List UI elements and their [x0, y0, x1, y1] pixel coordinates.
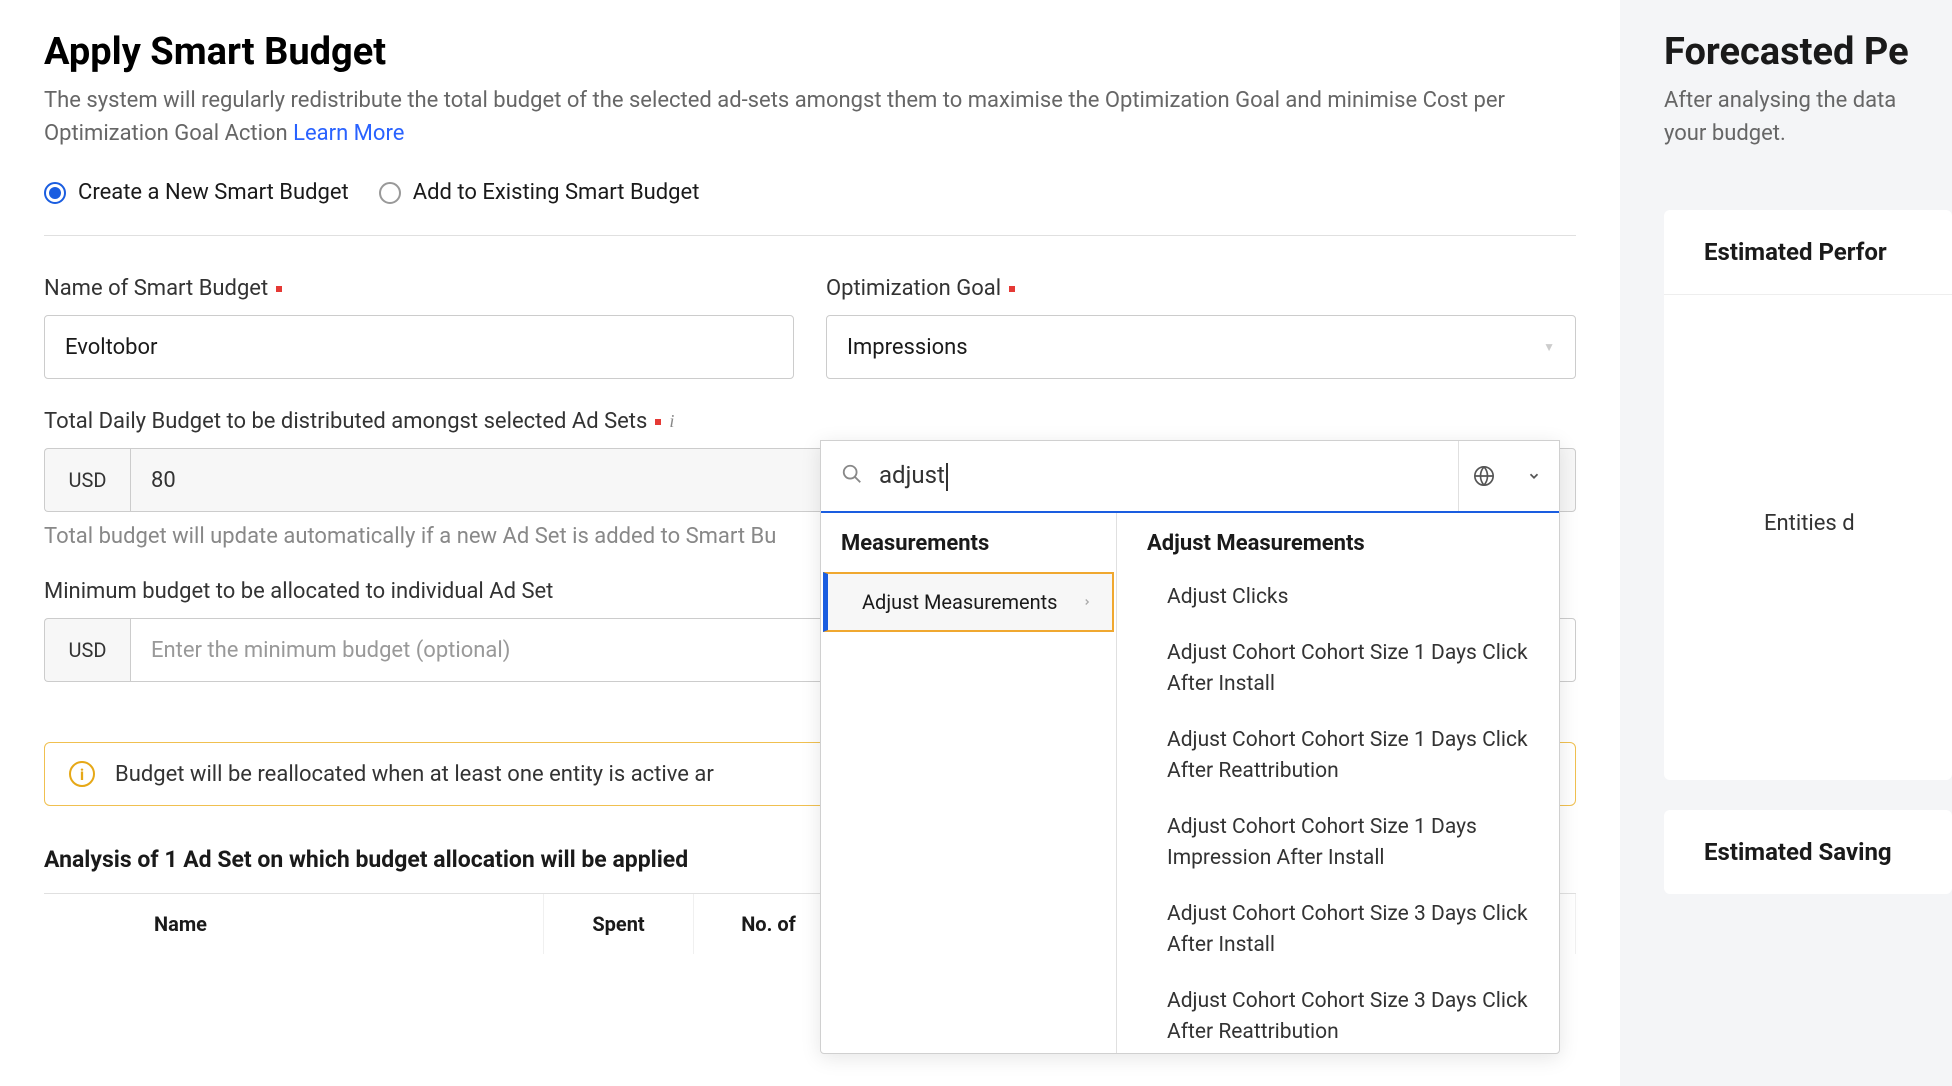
name-group: Name of Smart Budget Evoltobor — [44, 276, 794, 379]
side-panel: Forecasted Pe After analysing the data y… — [1620, 0, 1952, 1086]
name-label: Name of Smart Budget — [44, 276, 794, 301]
search-icon — [841, 463, 863, 489]
required-indicator — [276, 286, 282, 292]
th-name: Name — [44, 894, 544, 954]
radio-add-label: Add to Existing Smart Budget — [413, 180, 700, 205]
radio-icon-unselected — [379, 182, 401, 204]
dropdown-body: Measurements Adjust Measurements Adjust … — [821, 513, 1559, 1053]
option-cohort-1d-click-reattribution[interactable]: Adjust Cohort Cohort Size 1 Days Click A… — [1117, 713, 1559, 800]
option-cohort-3d-click-install[interactable]: Adjust Cohort Cohort Size 3 Days Click A… — [1117, 887, 1559, 974]
main-panel: Apply Smart Budget The system will regul… — [0, 0, 1620, 1086]
currency-prefix-2: USD — [44, 618, 130, 682]
radio-add-existing[interactable]: Add to Existing Smart Budget — [379, 180, 700, 205]
card-performance-title: Estimated Perfor — [1704, 238, 1952, 266]
form-row-1: Name of Smart Budget Evoltobor Optimizat… — [44, 276, 1576, 379]
page-title: Apply Smart Budget — [44, 30, 1576, 74]
mode-radio-group: Create a New Smart Budget Add to Existin… — [44, 180, 1576, 236]
goal-dropdown: adjust Measurements Adjust Measurements — [820, 440, 1560, 1054]
sub-header: Adjust Measurements — [1117, 513, 1559, 570]
radio-icon-selected — [44, 182, 66, 204]
option-cohort-1d-click-install[interactable]: Adjust Cohort Cohort Size 1 Days Click A… — [1117, 626, 1559, 713]
estimated-savings-card: Estimated Saving — [1664, 810, 1952, 894]
warning-icon: i — [69, 761, 95, 787]
goal-select[interactable]: Impressions ▼ — [826, 315, 1576, 379]
card-performance-body: Entities d — [1704, 295, 1952, 752]
total-budget-label: Total Daily Budget to be distributed amo… — [44, 409, 1576, 434]
dropdown-toolbar — [1458, 441, 1559, 511]
forecast-subtitle: After analysing the data your budget. — [1664, 84, 1952, 150]
forecast-title: Forecasted Pe — [1664, 30, 1952, 74]
estimated-performance-card: Estimated Perfor Entities d — [1664, 210, 1952, 780]
category-label: Adjust Measurements — [862, 590, 1058, 614]
search-value: adjust — [879, 461, 948, 491]
required-indicator — [1009, 286, 1015, 292]
name-value: Evoltobor — [65, 335, 158, 360]
dropdown-options: Adjust Measurements Adjust Clicks Adjust… — [1117, 513, 1559, 1053]
dropdown-search[interactable]: adjust — [821, 441, 1458, 511]
option-cohort-3d-click-reattribution[interactable]: Adjust Cohort Cohort Size 3 Days Click A… — [1117, 974, 1559, 1054]
dropdown-categories: Measurements Adjust Measurements — [821, 513, 1117, 1053]
expand-button[interactable] — [1509, 441, 1559, 511]
alert-text: Budget will be reallocated when at least… — [115, 762, 714, 787]
chevron-right-icon — [1082, 590, 1092, 614]
goal-group: Optimization Goal Impressions ▼ — [826, 276, 1576, 379]
th-spent: Spent — [544, 894, 694, 954]
info-icon[interactable]: i — [669, 411, 674, 432]
name-input[interactable]: Evoltobor — [44, 315, 794, 379]
learn-more-link[interactable]: Learn More — [293, 121, 404, 146]
dropdown-search-row: adjust — [821, 441, 1559, 513]
page-subtitle: The system will regularly redistribute t… — [44, 84, 1576, 150]
option-cohort-1d-impression-install[interactable]: Adjust Cohort Cohort Size 1 Days Impress… — [1117, 800, 1559, 887]
category-adjust-measurements[interactable]: Adjust Measurements — [823, 572, 1114, 632]
card-savings-title: Estimated Saving — [1704, 838, 1952, 866]
category-header: Measurements — [821, 513, 1116, 570]
min-budget-placeholder: Enter the minimum budget (optional) — [151, 638, 510, 663]
goal-value: Impressions — [847, 335, 968, 360]
text-cursor — [946, 463, 948, 491]
currency-prefix: USD — [44, 448, 130, 512]
chevron-down-icon: ▼ — [1543, 340, 1555, 354]
subtitle-text: The system will regularly redistribute t… — [44, 88, 1505, 146]
radio-create-new[interactable]: Create a New Smart Budget — [44, 180, 349, 205]
radio-create-label: Create a New Smart Budget — [78, 180, 349, 205]
required-indicator — [655, 419, 661, 425]
globe-button[interactable] — [1459, 441, 1509, 511]
total-budget-value: 80 — [151, 468, 176, 493]
goal-label: Optimization Goal — [826, 276, 1576, 301]
option-adjust-clicks[interactable]: Adjust Clicks — [1117, 570, 1559, 626]
